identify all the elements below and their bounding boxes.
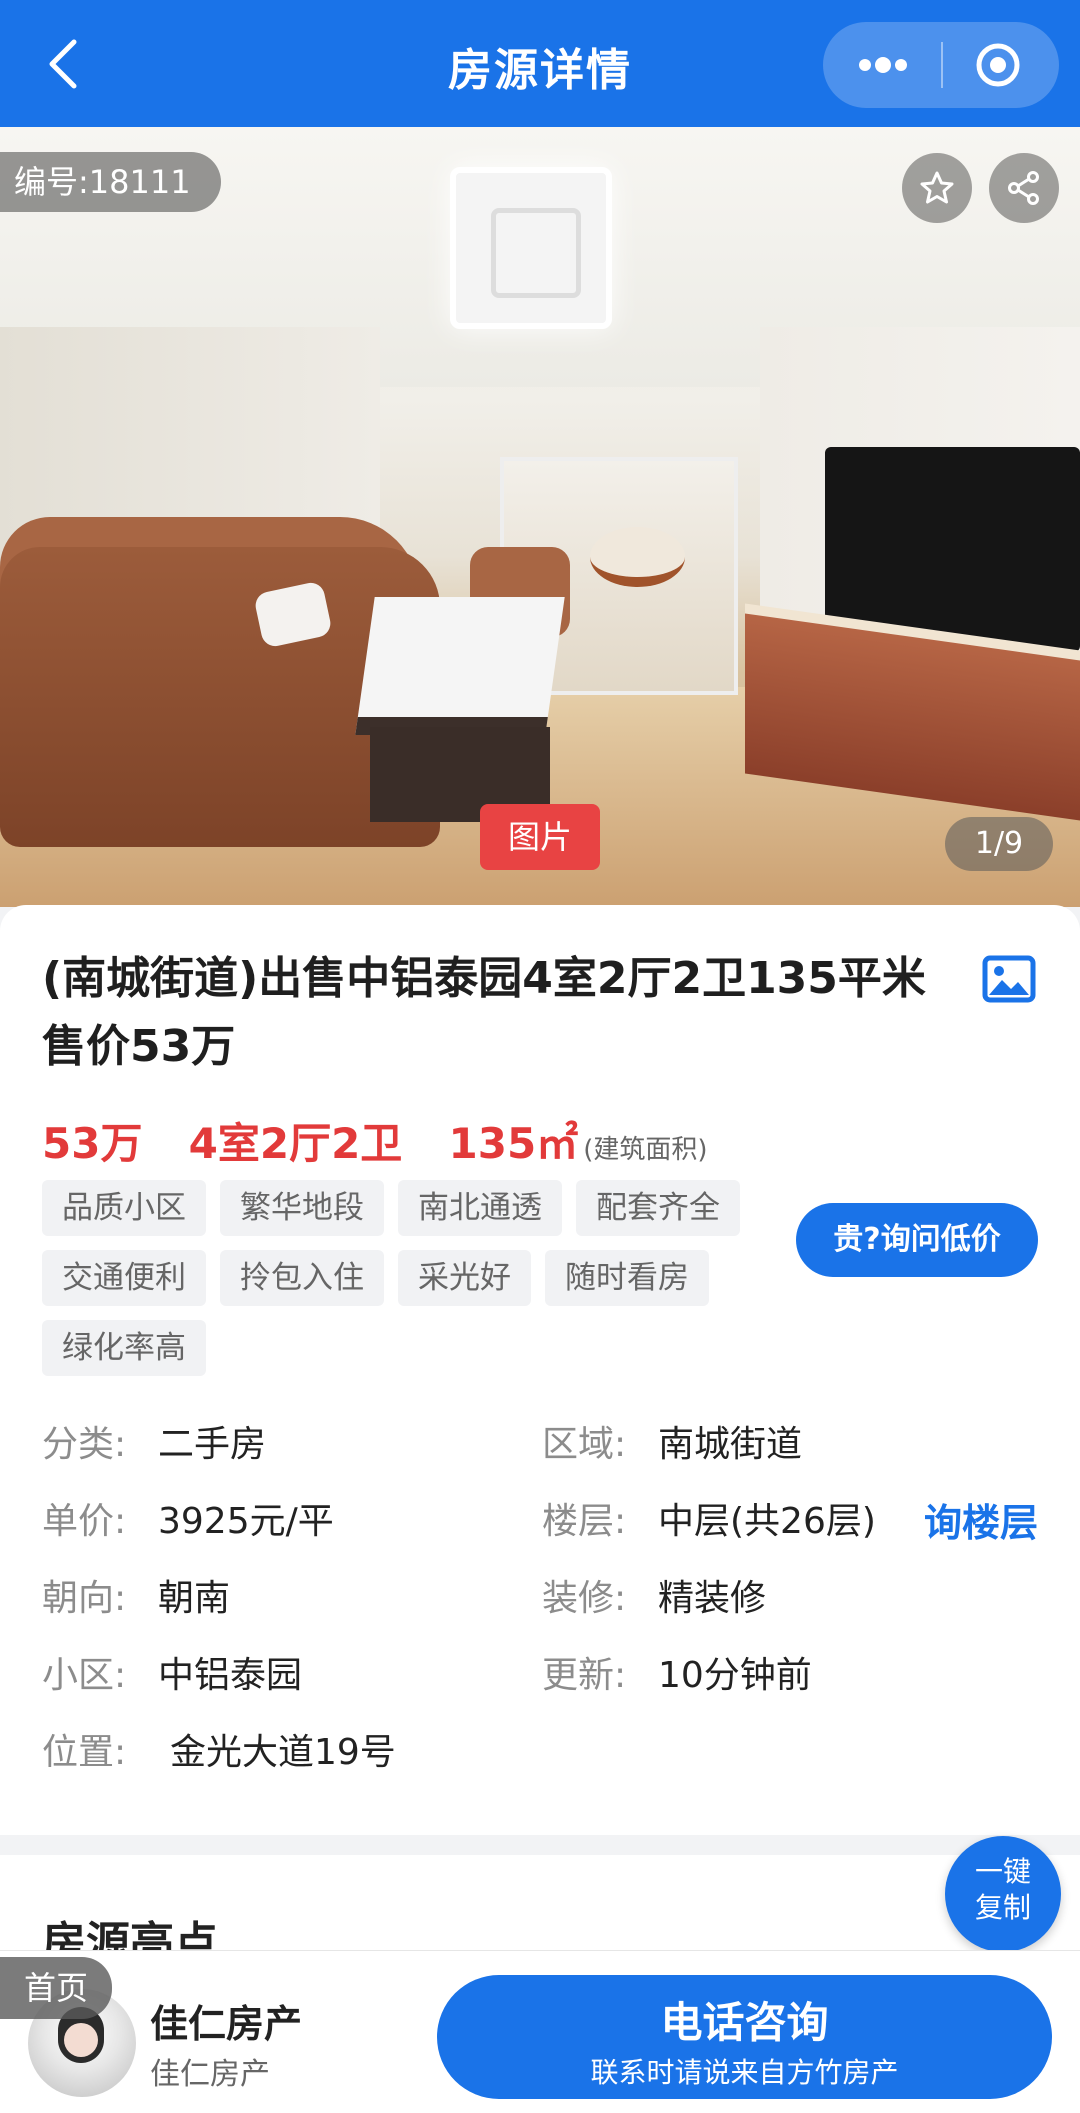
orientation-value: 朝南 [158, 1578, 231, 1619]
capsule-divider [941, 42, 943, 88]
area-note: (建筑面积) [583, 1135, 708, 1165]
photo-dining-table [590, 527, 685, 587]
feature-tag: 随时看房 [545, 1250, 709, 1306]
agency-subtitle: 佳仁房产 [150, 2057, 270, 2092]
info-row: 小区: 中铝泰园 更新: 10分钟前 [42, 1646, 1042, 1723]
info-row: 单价: 3925元/平 楼层: 中层(共26层) 询楼层 [42, 1492, 1042, 1569]
category-label: 分类: [42, 1424, 127, 1465]
listing-id-badge: 编号:18111 [0, 152, 221, 212]
decoration-value: 精装修 [658, 1578, 767, 1619]
feature-tag: 南北通透 [398, 1180, 562, 1236]
room-layout: 4室2厅2卫 [188, 1119, 403, 1168]
decoration-label: 装修: [542, 1578, 627, 1619]
unit-price-label: 单价: [42, 1501, 127, 1542]
info-grid: 分类: 二手房 区域: 南城街道 单价: 3925元/平 楼层: 中层(共26层… [42, 1415, 1042, 1800]
floor-value: 中层(共26层) [658, 1501, 876, 1542]
ask-floor-link[interactable]: 询楼层 [924, 1492, 1038, 1547]
copy-label-line2: 复制 [974, 1891, 1031, 1924]
community-value: 中铝泰园 [158, 1655, 303, 1696]
region-value: 南城街道 [658, 1424, 803, 1465]
updated-value: 10分钟前 [658, 1655, 812, 1696]
community-label: 小区: [42, 1655, 127, 1696]
photo-ceiling-light [450, 167, 612, 329]
one-click-copy-button[interactable]: 一键 复制 [945, 1836, 1061, 1952]
photo-coffee-table [355, 597, 565, 735]
phone-consult-button[interactable]: 电话咨询 联系时请说来自方竹房产 [437, 1975, 1052, 2099]
star-icon [920, 171, 954, 204]
circle-target-icon[interactable] [975, 42, 1021, 88]
region-label: 区域: [542, 1424, 627, 1465]
price-row: 53万 4室2厅2卫 135㎡ (建筑面积) [42, 1110, 708, 1170]
feature-tag: 交通便利 [42, 1250, 206, 1306]
feature-tag: 繁华地段 [220, 1180, 384, 1236]
copy-label-line1: 一键 [974, 1855, 1031, 1888]
bottom-bar: 首页 佳仁房产 佳仁房产 电话咨询 联系时请说来自方竹房产 [0, 1950, 1080, 2113]
agency-name: 佳仁房产 [150, 2002, 303, 2046]
info-row: 分类: 二手房 区域: 南城街道 [42, 1415, 1042, 1492]
feature-tag: 拎包入住 [220, 1250, 384, 1306]
phone-consult-label: 电话咨询 [660, 1998, 829, 2047]
feature-tag: 品质小区 [42, 1180, 206, 1236]
feature-tag: 配套齐全 [576, 1180, 740, 1236]
floor-label: 楼层: [542, 1501, 627, 1542]
share-button[interactable] [989, 153, 1059, 223]
listing-card: (南城街道)出售中铝泰园4室2厅2卫135平米 售价53万 53万 4室2厅2卫… [0, 905, 1080, 1835]
house-photo[interactable] [0, 127, 1080, 907]
info-row: 位置: 金光大道19号 [42, 1723, 1042, 1800]
feature-tag: 绿化率高 [42, 1320, 206, 1376]
inquire-low-price-button[interactable]: 贵?询问低价 [796, 1203, 1038, 1277]
info-row: 朝向: 朝南 装修: 精装修 [42, 1569, 1042, 1646]
mini-program-capsule [823, 22, 1059, 108]
listing-title: (南城街道)出售中铝泰园4室2厅2卫135平米 售价53万 [42, 953, 926, 1072]
home-button[interactable]: 首页 [0, 1957, 112, 2019]
feature-tags: 品质小区 繁华地段 南北通透 配套齐全交通便利 拎包入住 采光好 随时看房绿化率高 [42, 1180, 762, 1390]
price: 53万 [42, 1119, 143, 1168]
orientation-label: 朝向: [42, 1578, 127, 1619]
image-gallery-icon[interactable] [982, 955, 1036, 1003]
location-label: 位置: [42, 1732, 127, 1773]
app-header: 房源详情 [0, 0, 1080, 127]
more-icon[interactable] [853, 46, 913, 84]
photo-counter: 1/9 [945, 817, 1053, 871]
updated-label: 更新: [542, 1655, 627, 1696]
area: 135㎡ [448, 1119, 579, 1168]
phone-consult-note: 联系时请说来自方竹房产 [590, 2056, 899, 2089]
share-icon [1008, 171, 1039, 205]
category-value: 二手房 [158, 1424, 267, 1465]
unit-price-value: 3925元/平 [158, 1501, 334, 1542]
favorite-button[interactable] [902, 153, 972, 223]
photo-type-tag[interactable]: 图片 [480, 804, 600, 870]
location-value: 金光大道19号 [170, 1732, 396, 1773]
feature-tag: 采光好 [398, 1250, 531, 1306]
